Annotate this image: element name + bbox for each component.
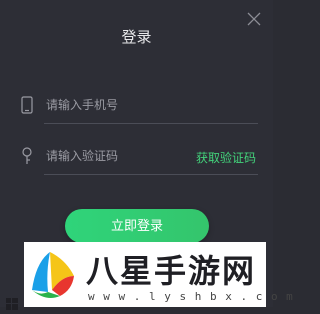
key-icon: [20, 147, 34, 165]
watermark-url: w w w . l y s h b x . c o m: [88, 290, 294, 303]
phone-input[interactable]: [46, 92, 246, 118]
site-logo-icon: [26, 246, 80, 300]
phone-field: [20, 86, 258, 124]
watermark-title: 八星手游网: [86, 252, 257, 290]
phone-underline: [44, 123, 258, 124]
code-field: 获取验证码: [20, 137, 258, 175]
phone-icon: [20, 96, 34, 114]
windows-icon: [6, 295, 18, 310]
get-code-link[interactable]: 获取验证码: [196, 149, 256, 166]
login-button[interactable]: 立即登录: [65, 209, 209, 243]
code-input[interactable]: [46, 143, 166, 169]
close-icon[interactable]: [246, 11, 262, 27]
code-underline: [44, 174, 258, 175]
watermark-banner: 八星手游网 w w w . l y s h b x . c o m: [24, 242, 293, 307]
dialog-title: 登录: [121, 28, 152, 46]
